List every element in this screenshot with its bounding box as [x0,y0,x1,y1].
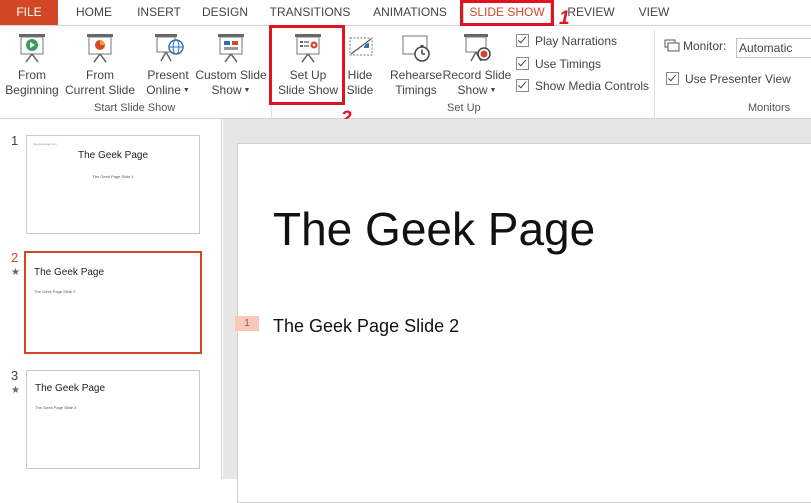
slide-editor-area[interactable]: The Geek Page The Geek Page Slide 2 [223,119,811,503]
tab-design[interactable]: DESIGN [196,0,254,25]
record-line1: Record Slide [442,68,512,82]
use-presenter-view-checkbox[interactable]: Use Presenter View [666,71,791,87]
chevron-down-icon: ▼ [489,87,497,94]
tab-review[interactable]: REVIEW [562,0,620,25]
slide-subtitle-placeholder[interactable]: The Geek Page Slide 2 [273,316,459,337]
use-timings-checkbox[interactable]: Use Timings [516,56,601,72]
tab-view[interactable]: VIEW [628,0,680,25]
record-line2: Show ▼ [457,83,497,97]
monitor-label-row: Monitor: [664,39,726,53]
group-separator [654,30,655,118]
use-presenter-view-label: Use Presenter View [685,72,791,86]
annotation-highlight-slide-show-tab [460,0,554,26]
rehearse-line2: Timings [395,83,437,97]
start-slide-show-group-label: Start Slide Show [94,102,176,114]
ribbon: From Beginning From Current Slide Presen… [0,25,811,119]
slide-number-2: 2 [11,250,19,265]
from-beginning-line2: Beginning [5,83,59,97]
checkbox-checked-icon [516,57,529,70]
slide-thumbnail-2[interactable]: The Geek Page The Geek Page Slide 2 [24,251,202,354]
chevron-down-icon: ▼ [243,87,251,94]
tab-file[interactable]: FILE [0,0,58,25]
hide-slide-icon [349,37,373,56]
tab-insert[interactable]: INSERT [130,0,188,25]
monitor-icon [664,39,680,52]
thumbnail-title: The Geek Page [35,383,106,394]
checkbox-checked-icon [516,79,529,92]
checkbox-checked-icon [516,34,529,47]
from-current-line2: Current Slide [64,83,136,97]
monitor-label: Monitor: [683,39,727,53]
checkbox-checked-icon [666,72,679,85]
current-slide-canvas[interactable]: The Geek Page The Geek Page Slide 2 [237,143,811,503]
slide-title-placeholder[interactable]: The Geek Page [273,202,595,256]
present-online-line2: Online ▼ [146,83,190,97]
play-narrations-label: Play Narrations [535,34,618,48]
present-online-line1: Present [147,68,189,82]
from-current-slide-button[interactable]: From Current Slide [63,32,137,98]
slide-thumbnail-1[interactable]: thegeekpage.com The Geek Page The Geek P… [26,135,200,234]
tab-home[interactable]: HOME [66,0,122,25]
custom-show-line1: Custom Slide [195,68,267,82]
annotation-step-1: 1 [559,8,570,29]
rehearse-line1: Rehearse [389,68,443,82]
presentation-play-icon [19,34,45,63]
monitor-select[interactable]: Automatic [736,38,811,58]
record-slide-show-icon [464,34,491,62]
from-beginning-line1: From [18,68,46,82]
from-beginning-button[interactable]: From Beginning [2,32,62,98]
slide-thumbnail-3[interactable]: The Geek Page The Geek Page Slide 3 [26,370,200,469]
play-narrations-checkbox[interactable]: Play Narrations [516,33,617,49]
hide-slide-line2: Slide [346,83,374,97]
record-slide-show-button[interactable]: Record Slide Show ▼ [441,32,513,98]
rehearse-timings-button[interactable]: Rehearse Timings [387,32,445,98]
thumbnail-subtitle: The Geek Page Slide 1 [92,174,134,179]
rehearse-timings-icon [402,35,430,62]
present-online-button[interactable]: Present Online ▼ [143,32,193,98]
chevron-down-icon: ▼ [182,87,190,94]
animation-star-icon: ★ [11,267,20,278]
hide-slide-button[interactable]: Hide Slide [342,32,378,98]
presentation-current-slide-icon [87,34,113,63]
custom-slide-show-icon [218,34,244,63]
slide-thumbnail-pane[interactable]: 1 thegeekpage.com The Geek Page The Geek… [0,119,222,479]
ribbon-tab-bar: FILE HOME INSERT DESIGN TRANSITIONS ANIM… [0,0,811,28]
thumbnail-subtitle: The Geek Page Slide 2 [34,289,76,294]
tab-animations[interactable]: ANIMATIONS [366,0,454,25]
thumbnail-url: thegeekpage.com [33,142,57,146]
animation-order-tag[interactable]: 1 [235,316,259,331]
use-timings-label: Use Timings [535,57,602,71]
slide-number-3: 3 [11,368,19,383]
tab-transitions[interactable]: TRANSITIONS [262,0,358,25]
thumbnail-subtitle: The Geek Page Slide 3 [35,405,77,410]
animation-star-icon: ★ [11,385,20,396]
set-up-group-label: Set Up [447,102,481,114]
custom-show-line2: Show ▼ [211,83,251,97]
show-media-controls-label: Show Media Controls [535,79,650,93]
hide-slide-line1: Hide [347,68,373,82]
custom-slide-show-button[interactable]: Custom Slide Show ▼ [194,32,268,98]
slide-number-1: 1 [11,133,19,148]
from-current-line1: From [86,68,114,82]
present-online-icon [155,34,184,62]
thumbnail-title: The Geek Page [77,150,149,161]
annotation-highlight-setup-button [269,25,345,105]
thumbnail-title: The Geek Page [34,267,105,278]
show-media-controls-checkbox[interactable]: Show Media Controls [516,78,649,94]
monitors-group-label: Monitors [748,102,791,114]
